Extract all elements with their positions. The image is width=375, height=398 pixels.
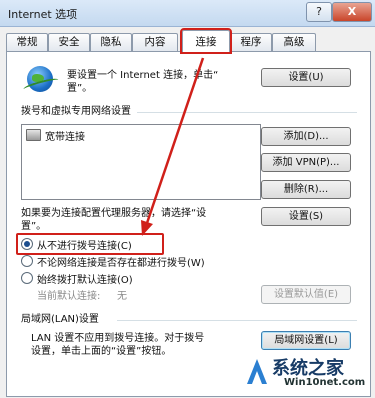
tab-connections[interactable]: 连接 — [180, 28, 232, 54]
title-bar: Internet 选项 ? X — [0, 0, 375, 27]
set-default-button[interactable]: 设置默认值(E) — [261, 285, 351, 304]
list-item-label: 宽带连接 — [45, 132, 85, 143]
proxy-settings-button[interactable]: 设置(S) — [261, 207, 351, 226]
lan-text-line2: 设置，单击上面的“设置”按钮。 — [31, 346, 172, 357]
window-title: Internet 选项 — [8, 8, 78, 21]
close-button[interactable]: X — [332, 2, 372, 22]
tab-content[interactable]: 内容 — [132, 33, 178, 51]
add-button[interactable]: 添加(D)... — [261, 127, 351, 146]
watermark-logo-icon — [247, 359, 267, 384]
setup-text-line1: 要设置一个 Internet 连接，单击“ — [67, 70, 219, 81]
group-divider — [137, 112, 357, 113]
help-button[interactable]: ? — [306, 2, 332, 22]
radio-always-dial-default[interactable]: 始终拨打默认连接(O) — [21, 272, 133, 286]
tab-security[interactable]: 安全 — [48, 33, 90, 51]
group-divider — [117, 320, 357, 321]
watermark-url: Win10net.com — [284, 377, 366, 388]
radio-label: 不论网络连接是否存在都进行拨号(W) — [37, 258, 205, 269]
globe-icon — [27, 66, 53, 92]
lan-settings-button[interactable]: 局域网设置(L) — [261, 331, 351, 350]
tab-programs[interactable]: 程序 — [230, 33, 272, 51]
radio-dial-whenever[interactable]: 不论网络连接是否存在都进行拨号(W) — [21, 255, 205, 269]
default-connection-label: 当前默认连接: — [37, 291, 101, 302]
tab-general[interactable]: 常规 — [6, 33, 48, 51]
proxy-text-line2: 置”。 — [21, 221, 47, 232]
list-item[interactable]: 宽带连接 — [26, 129, 85, 143]
dialup-heading: 拨号和虚拟专用网络设置 — [21, 106, 131, 117]
delete-button[interactable]: 删除(R)... — [261, 180, 351, 199]
tab-privacy[interactable]: 隐私 — [90, 33, 132, 51]
dialup-connection-list[interactable]: 宽带连接 — [21, 124, 261, 200]
connections-panel: 要设置一个 Internet 连接，单击“ 置”。 设置(U) 拨号和虚拟专用网… — [6, 51, 371, 397]
annotation-highlight-box — [16, 233, 164, 255]
connection-icon — [26, 129, 41, 141]
add-vpn-button[interactable]: 添加 VPN(P)... — [261, 153, 351, 172]
lan-heading: 局域网(LAN)设置 — [21, 314, 99, 325]
default-connection-value: 无 — [117, 291, 127, 302]
tab-advanced[interactable]: 高级 — [272, 33, 316, 51]
lan-text-line1: LAN 设置不应用到拨号连接。对于拨号 — [31, 333, 205, 344]
radio-label: 始终拨打默认连接(O) — [37, 275, 133, 286]
proxy-text-line1: 如果要为连接配置代理服务器，请选择“设 — [21, 208, 207, 219]
setup-text-line2: 置”。 — [67, 83, 93, 94]
radio-button[interactable] — [21, 255, 33, 267]
setup-button[interactable]: 设置(U) — [261, 68, 351, 87]
radio-button[interactable] — [21, 272, 33, 284]
